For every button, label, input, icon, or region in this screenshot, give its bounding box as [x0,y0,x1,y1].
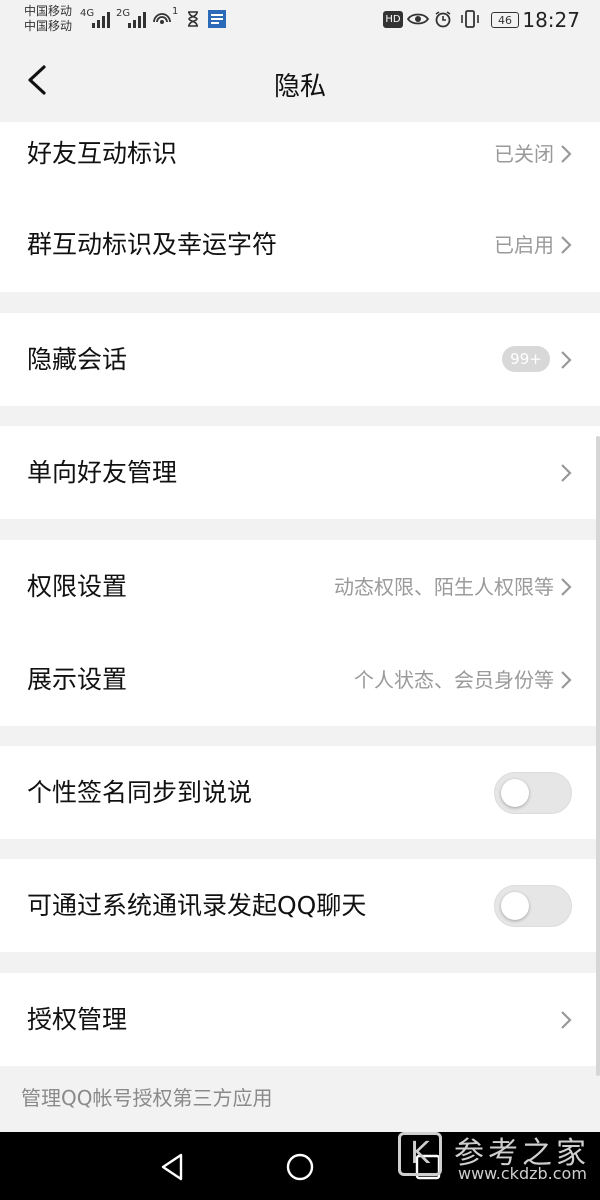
hidden-section: 隐藏会话 99+ [0,313,600,406]
carrier-names: 中国移动 中国移动 [24,4,72,34]
hidden-conversations-label: 隐藏会话 [27,345,128,374]
display-settings-row[interactable]: 展示设置 个人状态、会员身份等 [0,633,600,726]
app-notification-icon [208,10,226,28]
chevron-right-icon [561,145,572,163]
group-interaction-row[interactable]: 群互动标识及幸运字符 已启用 [0,186,600,292]
carrier-2: 中国移动 [24,19,73,33]
auth-section: 授权管理 [0,973,600,1066]
oneway-section: 单向好友管理 [0,426,600,519]
chevron-right-icon [561,1011,572,1029]
chevron-right-icon [561,464,572,482]
interaction-section: 好友互动标识 已关闭 群互动标识及幸运字符 已启用 [0,122,600,292]
group-interaction-value: 已启用 [494,233,554,257]
contacts-chat-row: 可通过系统通讯录发起QQ聊天 [0,859,600,952]
signal-icon-2 [128,12,146,28]
nav-back-icon[interactable] [155,1150,189,1184]
watermark-logo: K [398,1132,442,1176]
hidden-conversations-row[interactable]: 隐藏会话 99+ [0,313,600,406]
chevron-right-icon [561,578,572,596]
auth-management-row[interactable]: 授权管理 [0,973,600,1066]
chevron-right-icon [561,351,572,369]
watermark-url: www.ckdzb.com [458,1164,587,1183]
permission-settings-row[interactable]: 权限设置 动态权限、陌生人权限等 [0,540,600,633]
auth-management-label: 授权管理 [27,1005,128,1034]
contacts-section: 可通过系统通讯录发起QQ聊天 [0,859,600,952]
header: 隐私 [0,40,600,122]
toggle-knob [501,779,529,807]
signal-icon [92,12,110,28]
friend-interaction-label: 好友互动标识 [27,139,178,168]
toggle-knob [501,892,529,920]
permission-settings-label: 权限设置 [27,572,128,601]
display-settings-label: 展示设置 [27,665,128,694]
contacts-chat-label: 可通过系统通讯录发起QQ聊天 [27,891,367,920]
group-interaction-label: 群互动标识及幸运字符 [27,230,278,259]
battery-icon: 46 [491,12,519,28]
display-settings-value: 个人状态、会员身份等 [354,668,554,692]
auth-footer-note: 管理QQ帐号授权第三方应用 [21,1086,273,1110]
count-badge: 99+ [502,346,550,372]
alarm-icon [435,11,451,28]
page-title: 隐私 [273,72,326,102]
friend-interaction-row[interactable]: 好友互动标识 已关闭 [0,122,600,186]
settings-section: 权限设置 动态权限、陌生人权限等 展示设置 个人状态、会员身份等 [0,540,600,726]
contacts-chat-toggle[interactable] [494,885,572,927]
watermark: K 参考之家 www.ckdzb.com [394,1130,600,1184]
oneway-friends-row[interactable]: 单向好友管理 [0,426,600,519]
nav-home-icon[interactable] [283,1150,317,1184]
hotspot-count: 1 [172,6,179,17]
hd-icon: HD [383,11,403,28]
eye-icon [407,13,429,25]
hourglass-icon [188,11,198,27]
friend-interaction-value: 已关闭 [494,142,554,166]
chevron-right-icon [561,236,572,254]
vibrate-icon [461,10,479,28]
chevron-right-icon [561,671,572,689]
hotspot-icon [153,13,171,24]
signature-section: 个性签名同步到说说 [0,746,600,839]
status-bar: 中国移动 中国移动 4G 2G 1 HD 46 18:27 [0,0,600,40]
clock: 18:27 [522,8,580,32]
oneway-friends-label: 单向好友管理 [27,458,178,487]
signature-sync-row: 个性签名同步到说说 [0,746,600,839]
carrier-1: 中国移动 [24,4,73,18]
permission-settings-value: 动态权限、陌生人权限等 [334,575,554,599]
signature-sync-label: 个性签名同步到说说 [27,778,253,807]
scrollbar[interactable] [596,436,600,1076]
signature-sync-toggle[interactable] [494,772,572,814]
